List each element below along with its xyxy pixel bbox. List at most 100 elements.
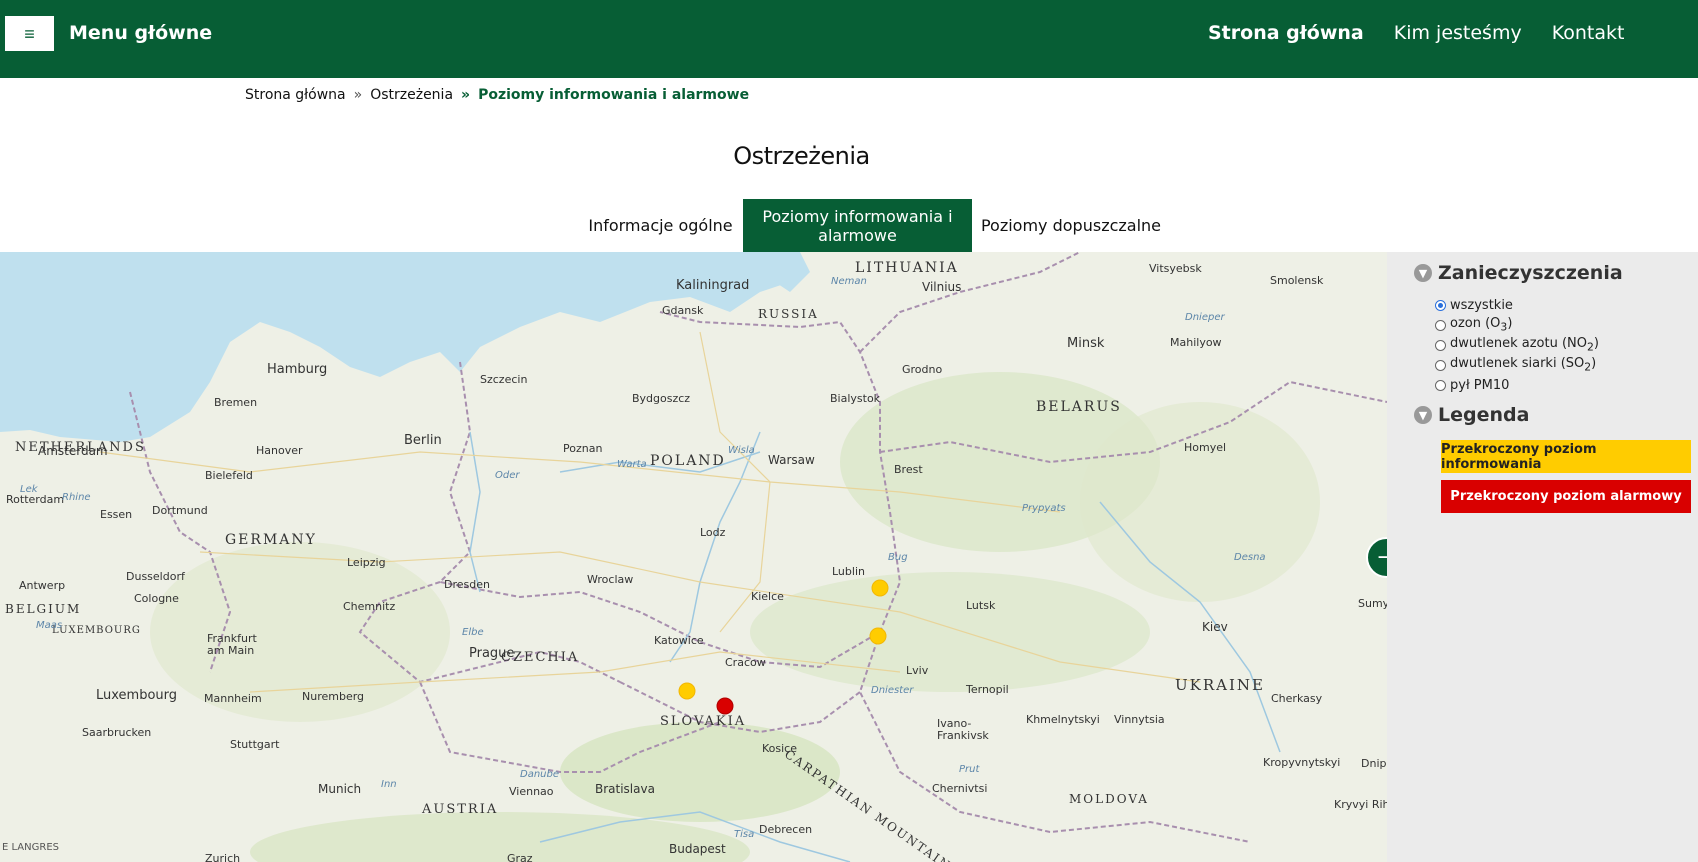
map-label-river: Oder bbox=[495, 470, 520, 481]
map-label-city: Viennao bbox=[509, 785, 554, 798]
map-label-city: Warsaw bbox=[768, 453, 815, 467]
map-label-city: Chernivtsi bbox=[932, 782, 988, 795]
breadcrumb-separator: » bbox=[461, 87, 471, 103]
map-label-river: Desna bbox=[1234, 552, 1266, 563]
radio-button[interactable] bbox=[1435, 319, 1446, 331]
radio-option-all[interactable]: wszystkie bbox=[1435, 295, 1599, 315]
tab-permissible-levels[interactable]: Poziomy dopuszczalne bbox=[972, 199, 1170, 252]
map-label-city: Essen bbox=[100, 508, 133, 521]
radio-label: ozon (O3) bbox=[1450, 316, 1513, 334]
map-label-city: Frankfurt am Main bbox=[207, 632, 257, 657]
map-label-city: Smolensk bbox=[1270, 274, 1324, 287]
alert-marker-info[interactable] bbox=[678, 682, 696, 700]
map-label-city: Saarbrucken bbox=[82, 726, 152, 739]
map-label-city: Prague bbox=[469, 646, 515, 661]
map-label-city: Chemnitz bbox=[343, 600, 396, 613]
radio-label: dwutlenek azotu (NO2) bbox=[1450, 336, 1599, 354]
map-label-city: Kiev bbox=[1202, 620, 1228, 634]
map-label-city: Mahilyow bbox=[1170, 336, 1222, 349]
pollutants-title: Zanieczyszczenia bbox=[1438, 262, 1623, 284]
map-label-city: Stuttgart bbox=[230, 738, 280, 751]
map-label-city: Bratislava bbox=[595, 782, 655, 796]
pollutants-section-header[interactable]: ▼ Zanieczyszczenia bbox=[1414, 262, 1623, 284]
radio-button[interactable] bbox=[1435, 379, 1446, 391]
map-label-city: Sumy bbox=[1358, 597, 1387, 610]
radio-button[interactable] bbox=[1435, 359, 1446, 371]
radio-button[interactable] bbox=[1435, 299, 1446, 311]
map-label-city: Bialystok bbox=[830, 392, 881, 405]
map-label-city: Kosice bbox=[762, 742, 797, 755]
alert-marker-info[interactable] bbox=[869, 627, 887, 645]
map-label-city: Berlin bbox=[404, 433, 442, 448]
legend-info-level: Przekroczony poziom informowania bbox=[1441, 440, 1691, 473]
hamburger-icon: ≡ bbox=[24, 23, 35, 44]
legend-section-header[interactable]: ▼ Legenda bbox=[1414, 404, 1529, 426]
breadcrumb-home[interactable]: Strona główna bbox=[245, 87, 346, 103]
nav-contact[interactable]: Kontakt bbox=[1552, 22, 1625, 44]
map-label-city: Nuremberg bbox=[302, 690, 365, 703]
map-label-city: Vilnius bbox=[922, 280, 962, 294]
map-label-river: Rhine bbox=[62, 492, 91, 503]
map-label-country: MOLDOVA bbox=[1069, 792, 1149, 806]
legend-alarm-level: Przekroczony poziom alarmowy bbox=[1441, 480, 1691, 513]
map-label-city: Leipzig bbox=[347, 556, 386, 569]
tab-general-info[interactable]: Informacje ogólne bbox=[578, 199, 743, 252]
map-label-city: Kaliningrad bbox=[676, 278, 750, 293]
map-label-city: Cherkasy bbox=[1271, 692, 1323, 705]
breadcrumb-separator: » bbox=[353, 87, 363, 103]
nav-about[interactable]: Kim jesteśmy bbox=[1394, 22, 1522, 44]
map-label-river: Dniester bbox=[871, 685, 914, 696]
map-label-city: Brest bbox=[894, 463, 923, 476]
top-nav: Strona główna Kim jesteśmy Kontakt bbox=[1208, 22, 1624, 44]
radio-option-o3[interactable]: ozon (O3) bbox=[1435, 315, 1599, 335]
map-label-city: Zurich bbox=[205, 852, 241, 862]
map-label-river: Prut bbox=[959, 764, 980, 775]
map-label-river: Wisla bbox=[728, 445, 755, 456]
radio-option-so2[interactable]: dwutlenek siarki (SO2) bbox=[1435, 355, 1599, 375]
alert-marker-info[interactable] bbox=[871, 579, 889, 597]
map-label-city: Ivano-Frankivsk bbox=[937, 717, 989, 742]
map-label-city: Luxembourg bbox=[96, 688, 178, 703]
page-title: Ostrzeżenia bbox=[733, 142, 870, 170]
filter-sidebar: ▼ Zanieczyszczenia wszystkie ozon (O3) d… bbox=[1387, 252, 1698, 862]
map-label-river: Dnieper bbox=[1185, 312, 1225, 323]
breadcrumb-warnings[interactable]: Ostrzeżenia bbox=[370, 87, 453, 103]
map-label-city: Vinnytsia bbox=[1114, 713, 1165, 726]
menu-title[interactable]: Menu główne bbox=[69, 22, 212, 44]
map-label-city: Bremen bbox=[214, 396, 258, 409]
map-view[interactable]: LITHUANIA RUSSIA NETHERLANDS POLAND BELA… bbox=[0, 252, 1387, 862]
radio-option-no2[interactable]: dwutlenek azotu (NO2) bbox=[1435, 335, 1599, 355]
nav-home[interactable]: Strona główna bbox=[1208, 22, 1364, 44]
map-label-city: Katowice bbox=[654, 634, 704, 647]
breadcrumb: Strona główna » Ostrzeżenia » Poziomy in… bbox=[245, 87, 749, 103]
radio-option-pm10[interactable]: pył PM10 bbox=[1435, 375, 1599, 395]
breadcrumb-current: Poziomy informowania i alarmowe bbox=[478, 87, 750, 103]
map-label-city: Dortmund bbox=[152, 504, 208, 517]
map-label-city: Hanover bbox=[256, 444, 303, 457]
map-label-city: Kropyvnytskyi bbox=[1263, 756, 1341, 769]
map-label-river: Prypyats bbox=[1022, 503, 1066, 514]
map-label-city: Vitsyebsk bbox=[1149, 262, 1202, 275]
menu-button[interactable]: ≡ bbox=[5, 16, 54, 51]
radio-label: wszystkie bbox=[1450, 297, 1513, 313]
tab-info-alarm-levels[interactable]: Poziomy informowania i alarmowe bbox=[743, 199, 972, 252]
map-label-city: Budapest bbox=[669, 842, 726, 856]
map-label-city: Lviv bbox=[906, 664, 929, 677]
tab-bar: Informacje ogólne Poziomy informowania i… bbox=[578, 199, 1170, 252]
map-label-river: Bug bbox=[888, 552, 908, 563]
map-label-river: Maas bbox=[36, 620, 63, 631]
map-label-city: Szczecin bbox=[480, 373, 528, 386]
map-label-city: Lodz bbox=[700, 526, 726, 539]
map-label-city: Bydgoszcz bbox=[632, 392, 691, 405]
map-label-country: POLAND bbox=[650, 453, 726, 469]
map-label-city: Dusseldorf bbox=[126, 570, 185, 583]
map-label-country: RUSSIA bbox=[758, 307, 819, 321]
map-label-river: Warta bbox=[617, 459, 647, 470]
alert-marker-alarm[interactable] bbox=[716, 697, 734, 715]
map-label-city: Dresden bbox=[444, 578, 490, 591]
map-label-river: Neman bbox=[831, 276, 867, 287]
map-label-city: Cologne bbox=[134, 592, 179, 605]
map-label-city: Debrecen bbox=[759, 823, 813, 836]
radio-button[interactable] bbox=[1435, 339, 1446, 351]
top-bar: ≡ Menu główne Strona główna Kim jesteśmy… bbox=[0, 0, 1698, 78]
